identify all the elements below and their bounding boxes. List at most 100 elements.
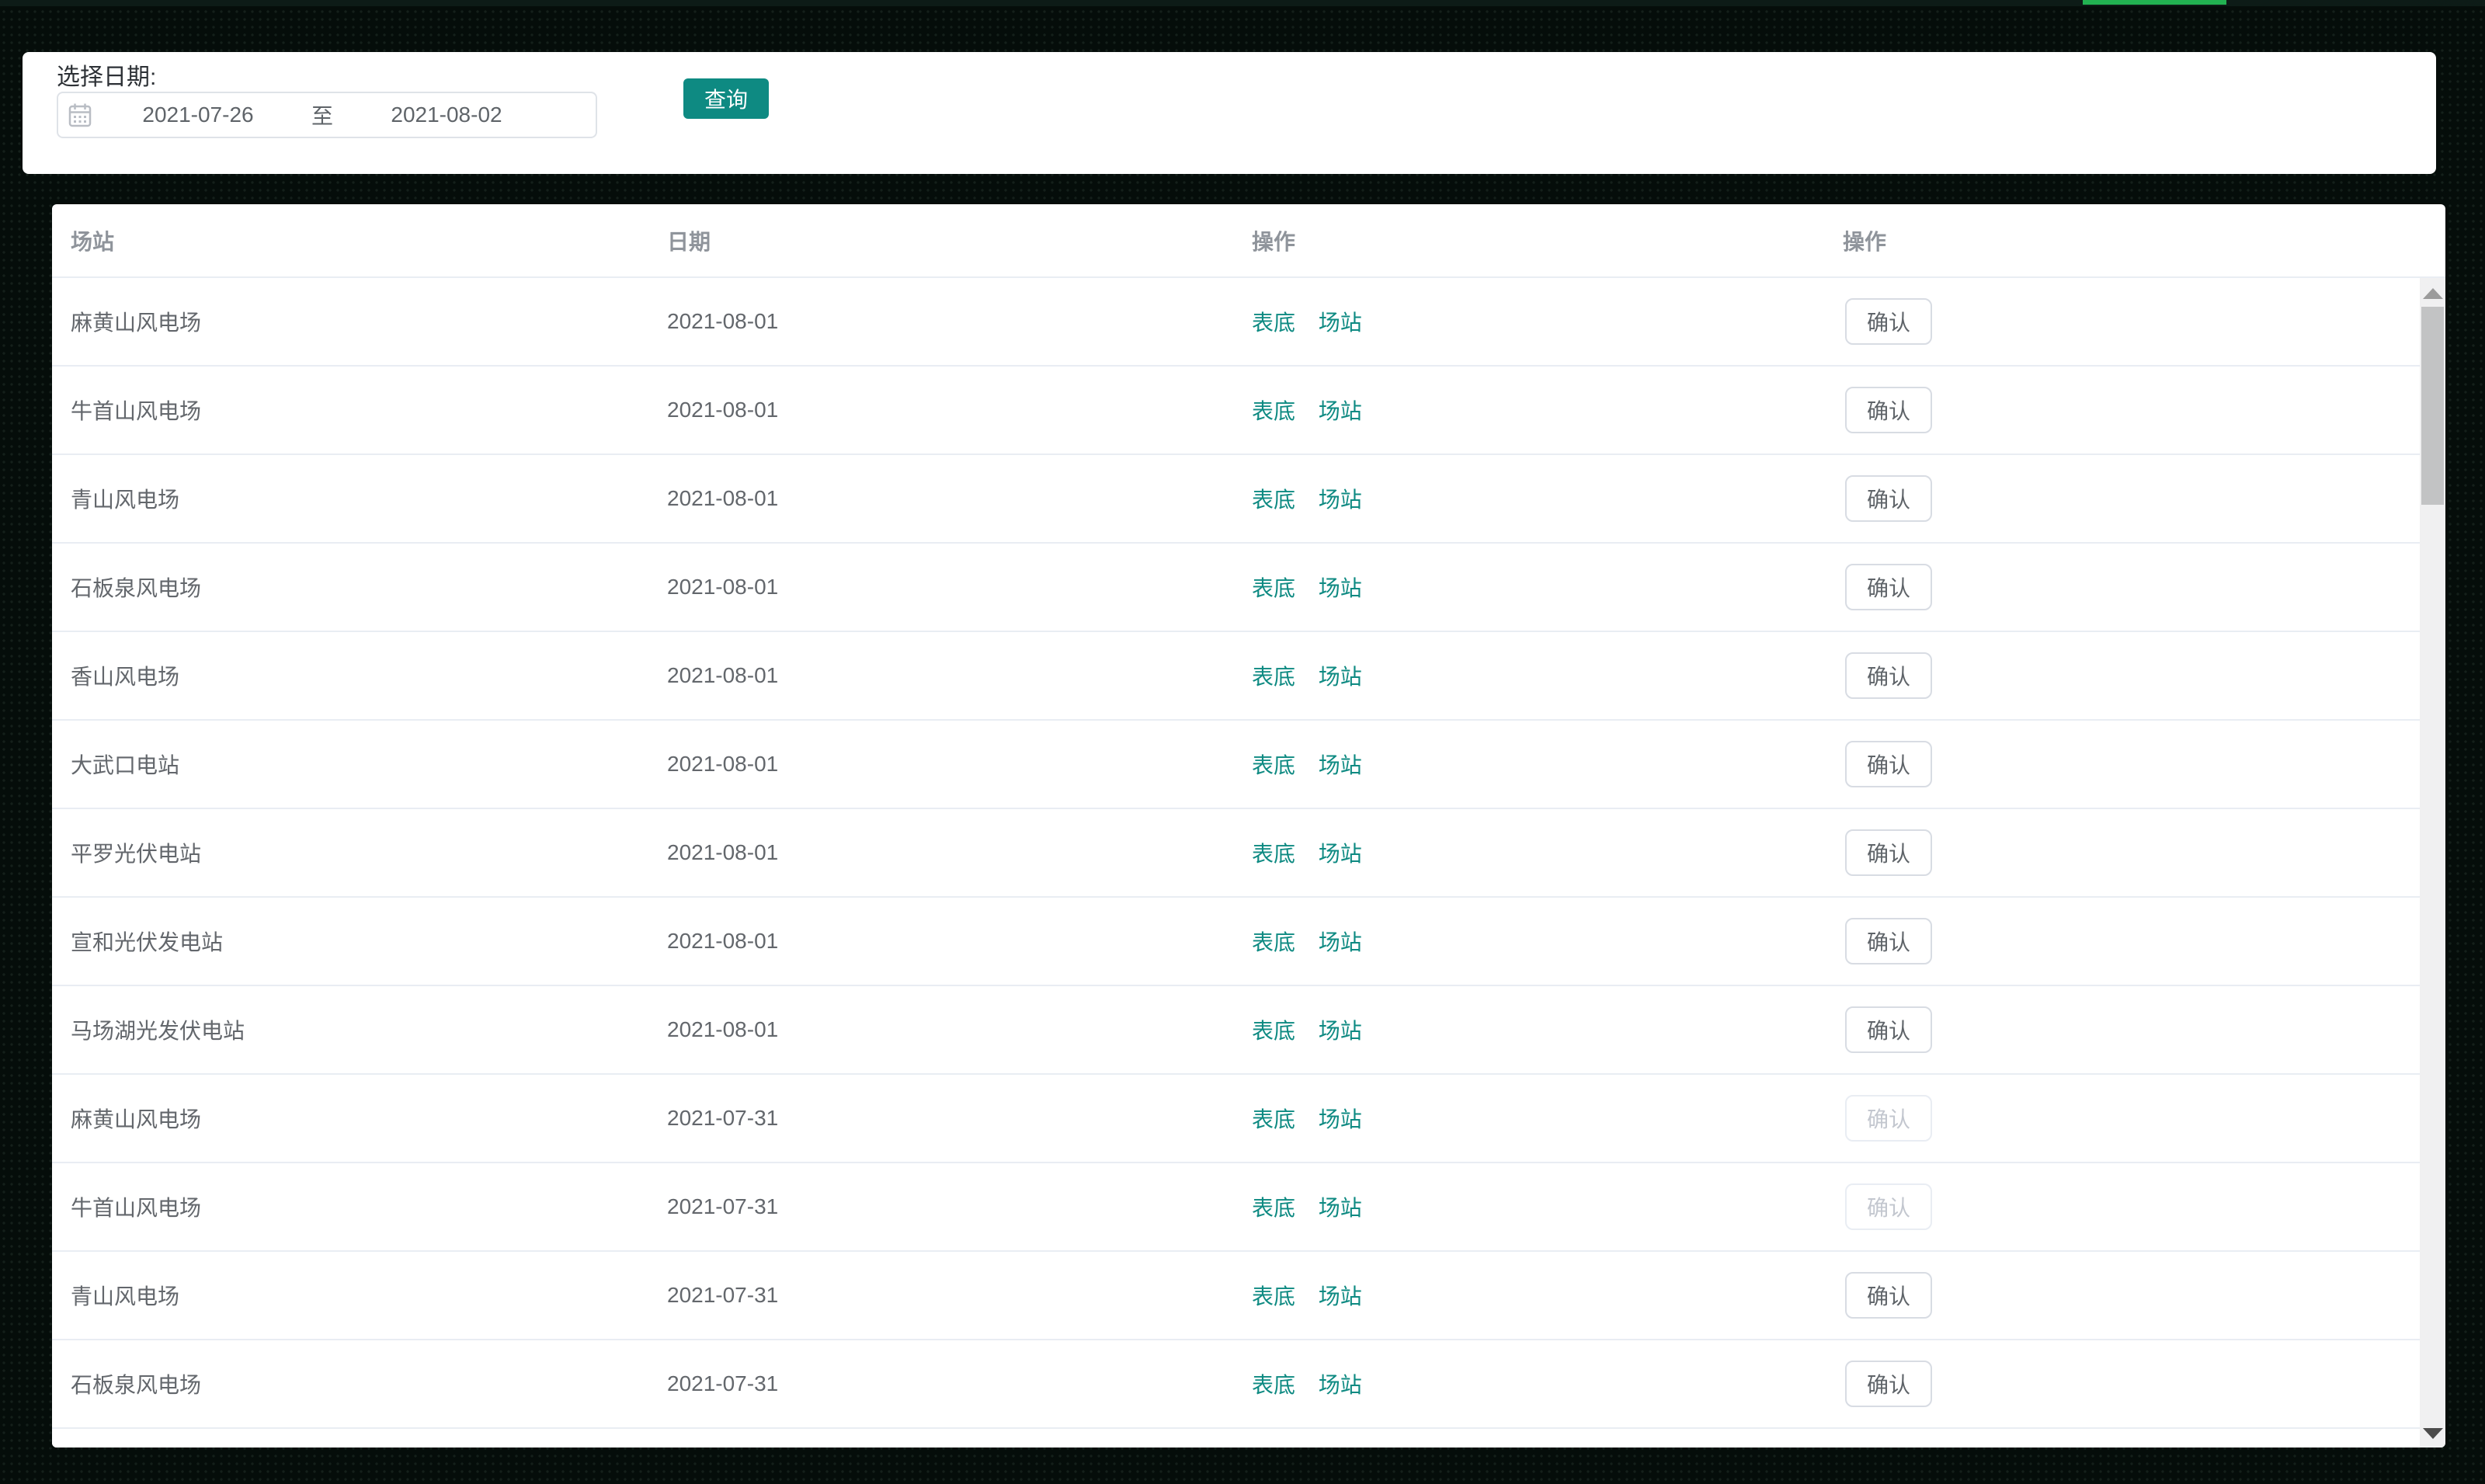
meter-bottom-link[interactable]: 表底: [1252, 1019, 1295, 1043]
table-row: 宣和光伏发电站 2021-08-01 表底 场站 确认: [52, 898, 2420, 986]
station-link[interactable]: 场站: [1319, 1196, 1362, 1220]
actions-links-cell: 表底 场站: [1233, 837, 1824, 868]
station-cell: 青山风电场: [71, 1284, 180, 1308]
station-link[interactable]: 场站: [1319, 1107, 1362, 1131]
meter-bottom-link[interactable]: 表底: [1252, 488, 1295, 512]
confirm-button[interactable]: 确认: [1845, 387, 1932, 433]
station-cell: 麻黄山风电场: [71, 311, 202, 335]
table-header: 场站 日期 操作 操作: [52, 204, 2445, 278]
column-header-actions-confirm: 操作: [1843, 229, 1887, 254]
station-link[interactable]: 场站: [1319, 399, 1362, 423]
confirm-button[interactable]: 确认: [1845, 652, 1932, 699]
actions-confirm-cell: 确认: [1824, 1183, 2420, 1230]
confirm-button[interactable]: 确认: [1845, 1272, 1932, 1319]
meter-bottom-link[interactable]: 表底: [1252, 842, 1295, 866]
actions-confirm-cell: 确认: [1824, 1006, 2420, 1053]
date-filter-label: 选择日期:: [57, 64, 157, 90]
actions-links-cell: 表底 场站: [1233, 926, 1824, 957]
date-cell: 2021-08-01: [667, 309, 779, 333]
meter-bottom-link[interactable]: 表底: [1252, 930, 1295, 954]
station-link[interactable]: 场站: [1319, 930, 1362, 954]
scroll-down-arrow-icon[interactable]: [2422, 1428, 2443, 1439]
confirm-button[interactable]: 确认: [1845, 564, 1932, 610]
confirm-button[interactable]: 确认: [1845, 741, 1932, 787]
actions-confirm-cell: 确认: [1824, 298, 2420, 345]
table-row: 香山风电场 2021-08-01 表底 场站 确认: [52, 632, 2420, 721]
actions-confirm-cell: 确认: [1824, 1272, 2420, 1319]
actions-links-cell: 表底 场站: [1233, 394, 1824, 426]
station-link[interactable]: 场站: [1319, 1284, 1362, 1308]
meter-bottom-link[interactable]: 表底: [1252, 1196, 1295, 1220]
date-cell: 2021-08-01: [667, 752, 779, 776]
meter-bottom-link[interactable]: 表底: [1252, 1284, 1295, 1308]
actions-confirm-cell: 确认: [1824, 918, 2420, 964]
meter-bottom-link[interactable]: 表底: [1252, 665, 1295, 689]
table-row: 青山风电场 2021-08-01 表底 场站 确认: [52, 455, 2420, 544]
station-link[interactable]: 场站: [1319, 665, 1362, 689]
scroll-up-arrow-icon[interactable]: [2422, 288, 2443, 299]
meter-bottom-link[interactable]: 表底: [1252, 311, 1295, 335]
actions-links-cell: 表底 场站: [1233, 660, 1824, 691]
station-link[interactable]: 场站: [1319, 1019, 1362, 1043]
query-button[interactable]: 查询: [683, 78, 769, 119]
confirm-button[interactable]: 确认: [1845, 1006, 1932, 1053]
station-link[interactable]: 场站: [1319, 488, 1362, 512]
table-body: 麻黄山风电场 2021-08-01 表底 场站 确认 牛首山风电场 2021-0…: [52, 278, 2420, 1448]
date-cell: 2021-07-31: [667, 1371, 779, 1395]
confirm-button[interactable]: 确认: [1845, 829, 1932, 876]
date-cell: 2021-08-01: [667, 575, 779, 599]
confirm-button: 确认: [1845, 1183, 1932, 1230]
station-cell: 平罗光伏电站: [71, 842, 202, 866]
date-cell: 2021-08-01: [667, 663, 779, 687]
meter-bottom-link[interactable]: 表底: [1252, 399, 1295, 423]
station-cell: 石板泉风电场: [71, 1373, 202, 1397]
actions-confirm-cell: 确认: [1824, 387, 2420, 433]
table-row: 大武口电站 2021-08-01 表底 场站 确认: [52, 721, 2420, 809]
actions-links-cell: 表底 场站: [1233, 483, 1824, 514]
station-link[interactable]: 场站: [1319, 842, 1362, 866]
top-accent-bar: [2083, 0, 2226, 5]
station-link[interactable]: 场站: [1319, 1373, 1362, 1397]
actions-confirm-cell: 确认: [1824, 475, 2420, 522]
table-row: 牛首山风电场 2021-07-31 表底 场站 确认: [52, 1163, 2420, 1252]
meter-bottom-link[interactable]: 表底: [1252, 576, 1295, 600]
table-row: 石板泉风电场 2021-08-01 表底 场站 确认: [52, 544, 2420, 632]
confirm-button[interactable]: 确认: [1845, 1361, 1932, 1407]
meter-bottom-link[interactable]: 表底: [1252, 753, 1295, 777]
calendar-icon: [64, 103, 92, 127]
station-link[interactable]: 场站: [1319, 576, 1362, 600]
table-row: 麻黄山风电场 2021-07-31 表底 场站 确认: [52, 1075, 2420, 1163]
date-range-input[interactable]: 2021-07-26 至 2021-08-02: [57, 92, 597, 138]
column-header-actions-links: 操作: [1252, 229, 1296, 254]
station-cell: 青山风电场: [71, 488, 180, 512]
actions-links-cell: 表底 场站: [1233, 1280, 1824, 1311]
stations-table: 场站 日期 操作 操作 麻黄山风电场 2021-08-01 表底 场站 确认 牛…: [52, 204, 2445, 1448]
confirm-button[interactable]: 确认: [1845, 298, 1932, 345]
actions-links-cell: 表底 场站: [1233, 1368, 1824, 1399]
actions-confirm-cell: 确认: [1824, 564, 2420, 610]
vertical-scrollbar[interactable]: [2420, 278, 2445, 1448]
confirm-button[interactable]: 确认: [1845, 918, 1932, 964]
date-cell: 2021-07-31: [667, 1283, 779, 1307]
actions-links-cell: 表底 场站: [1233, 1014, 1824, 1045]
station-link[interactable]: 场站: [1319, 753, 1362, 777]
confirm-button[interactable]: 确认: [1845, 475, 1932, 522]
date-cell: 2021-08-01: [667, 840, 779, 864]
column-header-station: 场站: [71, 229, 115, 254]
date-cell: 2021-08-01: [667, 486, 779, 510]
table-row: 平罗光伏电站 2021-08-01 表底 场站 确认: [52, 809, 2420, 898]
scrollbar-thumb[interactable]: [2421, 307, 2444, 505]
date-cell: 2021-08-01: [667, 929, 779, 953]
station-cell: 牛首山风电场: [71, 399, 202, 423]
station-cell: 马场湖光发伏电站: [71, 1019, 245, 1043]
actions-confirm-cell: 确认: [1824, 829, 2420, 876]
actions-links-cell: 表底 场站: [1233, 1191, 1824, 1222]
date-cell: 2021-08-01: [667, 398, 779, 422]
filter-panel: 选择日期: 2021-07-26 至 2021-08-02 查询: [23, 52, 2436, 174]
station-link[interactable]: 场站: [1319, 311, 1362, 335]
meter-bottom-link[interactable]: 表底: [1252, 1107, 1295, 1131]
date-start-value: 2021-07-26: [142, 103, 254, 127]
meter-bottom-link[interactable]: 表底: [1252, 1373, 1295, 1397]
station-cell: 石板泉风电场: [71, 576, 202, 600]
station-cell: 香山风电场: [71, 665, 180, 689]
